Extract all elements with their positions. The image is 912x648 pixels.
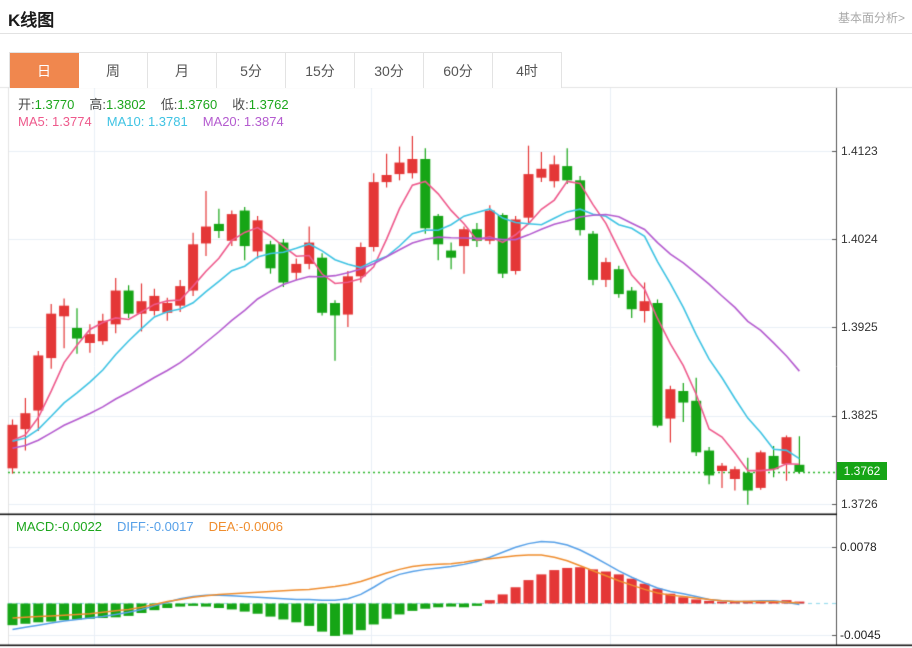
tab-15min[interactable]: 15分 (286, 53, 355, 88)
ma-legend: MA5: 1.3774 MA10: 1.3781 MA20: 1.3874 (18, 114, 299, 129)
price-axis-label: 1.3825 (841, 408, 878, 422)
dea-value: DEA:-0.0006 (208, 519, 284, 534)
price-axis-label: 1.3925 (841, 320, 878, 334)
price-axis-label: 1.4024 (841, 232, 878, 246)
macd-value: MACD:-0.0022 (16, 519, 102, 534)
macd-axis-label: -0.0045 (840, 628, 881, 642)
ma10-value: MA10: 1.3781 (106, 114, 188, 129)
tab-4hour[interactable]: 4时 (493, 53, 562, 88)
close-value: 收:1.3762 (232, 97, 289, 112)
tab-5min[interactable]: 5分 (217, 53, 286, 88)
high-value: 高:1.3802 (89, 97, 146, 112)
diff-value: DIFF:-0.0017 (116, 519, 194, 534)
tab-30min[interactable]: 30分 (355, 53, 424, 88)
fundamental-analysis-link[interactable]: 基本面分析> (838, 9, 905, 26)
tab-monthly[interactable]: 月 (148, 53, 217, 88)
tab-60min[interactable]: 60分 (424, 53, 493, 88)
price-axis-label: 1.4123 (841, 144, 878, 158)
low-value: 低:1.3760 (160, 97, 218, 112)
title-divider (0, 33, 912, 34)
macd-axis-label: 0.0078 (840, 540, 877, 554)
ma5-value: MA5: 1.3774 (18, 114, 92, 129)
ma20-value: MA20: 1.3874 (202, 114, 284, 129)
kline-page: K线图 基本面分析> 日 周 月 5分 15分 30分 60分 4时 开:1.3… (0, 0, 912, 648)
period-tabbar: 日 周 月 5分 15分 30分 60分 4时 (9, 52, 562, 88)
open-value: 开:1.3770 (18, 97, 75, 112)
ohlc-legend: 开:1.3770 高:1.3802 低:1.3760 收:1.3762 (18, 94, 304, 113)
tab-weekly[interactable]: 周 (79, 53, 148, 88)
current-price-badge: 1.3762 (837, 462, 887, 480)
macd-legend: MACD:-0.0022 DIFF:-0.0017 DEA:-0.0006 (16, 519, 298, 534)
tab-daily[interactable]: 日 (10, 53, 79, 88)
page-title: K线图 (8, 11, 55, 30)
price-axis-label: 1.3726 (841, 497, 878, 511)
